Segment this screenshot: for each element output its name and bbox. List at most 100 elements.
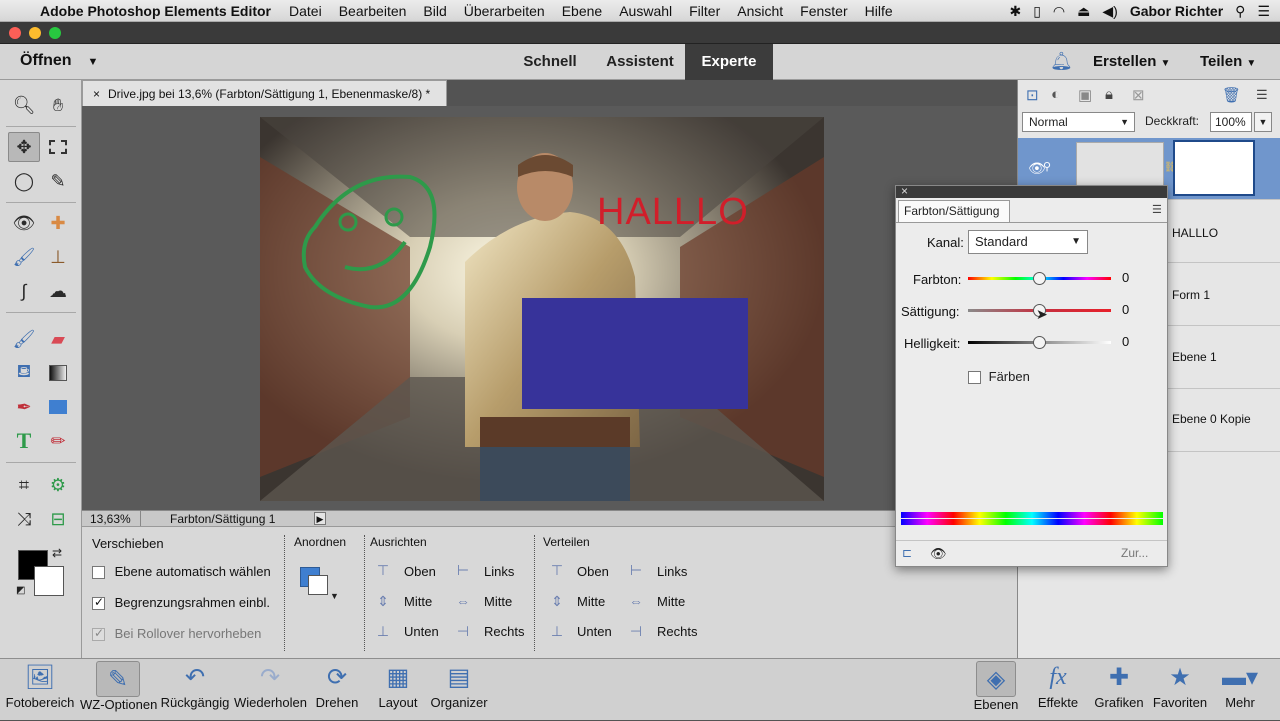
eyedropper-tool-icon[interactable]: ✒ <box>8 392 40 422</box>
arrange-dropdown[interactable]: ▼ <box>300 567 340 605</box>
auto-select-checkbox[interactable] <box>92 566 105 580</box>
create-button[interactable]: Erstellen ▼ <box>1093 53 1170 70</box>
close-panel-icon[interactable]: × <box>901 184 908 198</box>
background-color-swatch[interactable] <box>34 566 64 596</box>
adjustment-layer-icon[interactable]: ◐ <box>1051 86 1060 103</box>
lasso-tool-icon[interactable]: ◯ <box>8 166 40 196</box>
blur-tool-icon[interactable]: ∫ <box>8 276 40 306</box>
app-name-menu[interactable]: Adobe Photoshop Elements Editor <box>40 3 271 19</box>
default-colors-icon[interactable]: ◩ <box>16 585 25 596</box>
mode-tab-assistent[interactable]: Assistent <box>595 44 685 80</box>
menu-bild[interactable]: Bild <box>423 3 446 19</box>
align-right-button[interactable]: Rechts <box>484 624 524 639</box>
canvas-text-halllo[interactable]: HALLLO <box>597 191 749 234</box>
hand-tool-icon[interactable]: ✋︎ <box>42 90 74 120</box>
opacity-dropdown-arrow-icon[interactable]: ▼ <box>1254 112 1272 132</box>
close-window-icon[interactable] <box>9 27 21 39</box>
menu-ebene[interactable]: Ebene <box>562 3 602 19</box>
swap-colors-icon[interactable]: ⇄ <box>52 546 62 560</box>
smart-brush-tool-icon[interactable]: 🖌︎ <box>8 242 40 272</box>
mode-tab-experte[interactable]: Experte <box>685 44 773 80</box>
distribute-top-icon[interactable]: ⊤ <box>549 562 565 578</box>
bluetooth-icon[interactable]: ✱ <box>1009 3 1021 20</box>
distribute-left-icon[interactable]: ⊢ <box>628 562 644 578</box>
favorites-button[interactable]: ★ Favoriten <box>1150 659 1210 721</box>
new-layer-icon[interactable]: ⊡ <box>1026 86 1039 104</box>
layer-mask-thumbnail[interactable] <box>1173 140 1255 196</box>
toggle-visibility-eye-icon[interactable]: 👁︎ <box>930 546 947 562</box>
minimize-window-icon[interactable] <box>29 27 41 39</box>
pencil-tool-icon[interactable]: ✏︎ <box>42 426 74 456</box>
canvas-blue-rectangle-shape[interactable] <box>522 298 748 409</box>
align-left-icon[interactable]: ⊢ <box>455 562 471 578</box>
close-tab-icon[interactable]: × <box>93 87 100 101</box>
spotlight-search-icon[interactable]: ⚲ <box>1235 3 1245 20</box>
zoom-window-icon[interactable] <box>49 27 61 39</box>
lock-all-icon[interactable]: 🔒︎ <box>1105 86 1113 103</box>
straighten-tool-icon[interactable]: ⊟ <box>42 504 74 534</box>
volume-icon[interactable]: ◀) <box>1102 3 1117 20</box>
quick-selection-tool-icon[interactable]: ✎ <box>42 166 74 196</box>
sponge-tool-icon[interactable]: ☁︎ <box>42 276 74 306</box>
align-bottom-button[interactable]: Unten <box>404 624 439 639</box>
photo-bin-button[interactable]: 🖼︎ Fotobereich <box>4 659 76 721</box>
distribute-middle-button[interactable]: Mitte <box>577 594 605 609</box>
distribute-top-button[interactable]: Oben <box>577 564 609 579</box>
battery-icon[interactable]: ▯ <box>1033 3 1041 20</box>
bounding-box-checkbox-row[interactable]: ✓ Begrenzungsrahmen einbl. <box>92 595 270 611</box>
reset-button[interactable]: Zur... <box>1121 546 1148 560</box>
type-tool-icon[interactable]: T <box>8 426 40 456</box>
brush-tool-icon[interactable]: 🖌︎ <box>8 324 40 354</box>
align-center-button[interactable]: Mitte <box>484 594 512 609</box>
menu-hilfe[interactable]: Hilfe <box>865 3 893 19</box>
align-top-icon[interactable]: ⊤ <box>375 562 391 578</box>
shape-tool-icon[interactable] <box>42 392 74 422</box>
rollover-checkbox[interactable]: ✓ <box>92 626 105 642</box>
lightness-slider-knob[interactable] <box>1032 336 1046 349</box>
red-eye-tool-icon[interactable]: 👁︎ <box>8 208 40 238</box>
menu-bearbeiten[interactable]: Bearbeiten <box>339 3 407 19</box>
more-button[interactable]: ▬▾ Mehr <box>1216 659 1264 721</box>
share-button[interactable]: Teilen ▼ <box>1200 53 1256 70</box>
clip-to-layer-icon[interactable]: ⊏ <box>902 546 912 560</box>
layers-button[interactable]: ◈ Ebenen <box>972 659 1020 721</box>
healing-brush-tool-icon[interactable]: ✚ <box>42 208 74 238</box>
menu-auswahl[interactable]: Auswahl <box>619 3 672 19</box>
menu-fenster[interactable]: Fenster <box>800 3 847 19</box>
open-button[interactable]: Öffnen ▼ <box>20 52 98 70</box>
distribute-bottom-button[interactable]: Unten <box>577 624 612 639</box>
marquee-tool-icon[interactable] <box>42 132 74 162</box>
bounding-box-checkbox[interactable]: ✓ <box>92 595 105 611</box>
menu-ueberarbeiten[interactable]: Überarbeiten <box>464 3 545 19</box>
crop-tool-icon[interactable]: ⌗ <box>8 470 40 500</box>
gradient-tool-icon[interactable] <box>42 358 74 388</box>
lock-transparent-icon[interactable]: ⊠ <box>1132 86 1145 104</box>
colorize-checkbox-row[interactable]: Färben <box>968 369 1030 385</box>
menu-filter[interactable]: Filter <box>689 3 720 19</box>
colorize-checkbox[interactable] <box>968 371 981 385</box>
distribute-center-button[interactable]: Mitte <box>657 594 685 609</box>
eject-icon[interactable]: ⏏ <box>1077 3 1090 20</box>
user-name[interactable]: Gabor Richter <box>1130 3 1223 19</box>
blend-mode-dropdown[interactable]: Normal ▼ <box>1022 112 1135 132</box>
clone-stamp-tool-icon[interactable]: ⊥ <box>42 242 74 272</box>
notification-bell-icon[interactable]: 🔔︎ <box>1050 51 1073 72</box>
distribute-right-icon[interactable]: ⊣ <box>628 623 644 639</box>
align-top-button[interactable]: Oben <box>404 564 436 579</box>
align-center-icon[interactable]: ⇔ <box>455 593 471 609</box>
distribute-center-icon[interactable]: ⇔ <box>628 593 644 609</box>
layer-mask-icon[interactable]: ▣ <box>1078 86 1092 104</box>
panel-menu-icon[interactable]: ☰ <box>1152 203 1162 216</box>
distribute-middle-icon[interactable]: ⇕ <box>549 593 565 609</box>
layout-button[interactable]: ▦ Layout <box>374 659 422 721</box>
menu-datei[interactable]: Datei <box>289 3 322 19</box>
distribute-left-button[interactable]: Links <box>657 564 687 579</box>
zoom-tool-icon[interactable]: 🔍︎ <box>8 90 40 120</box>
hue-slider-knob[interactable] <box>1032 272 1046 285</box>
redo-button[interactable]: ↷ Wiederholen <box>234 659 307 721</box>
zoom-readout[interactable]: 13,63% <box>90 511 131 527</box>
content-aware-move-tool-icon[interactable]: ⤨ <box>8 504 40 534</box>
align-right-icon[interactable]: ⊣ <box>455 623 471 639</box>
rollover-checkbox-row[interactable]: ✓ Bei Rollover hervorheben <box>92 626 261 642</box>
distribute-right-button[interactable]: Rechts <box>657 624 697 639</box>
